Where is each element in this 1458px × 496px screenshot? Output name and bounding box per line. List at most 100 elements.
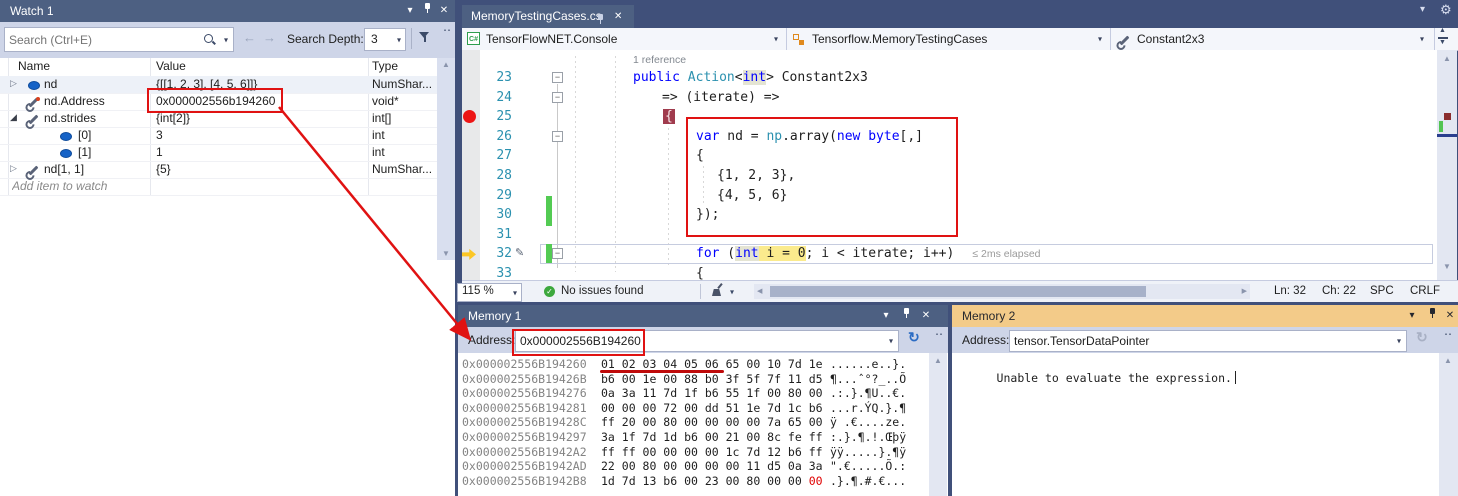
fold-collapse-icon[interactable]: − (552, 248, 563, 259)
memory1-scrollbar[interactable]: ▲ (929, 353, 947, 496)
memory1-close-icon[interactable]: ✕ (918, 305, 934, 327)
scroll-up-icon[interactable]: ▲ (437, 60, 455, 69)
search-forward-icon[interactable]: → (263, 30, 276, 45)
nav-method-chevron-icon[interactable]: ▾ (1420, 35, 1424, 44)
expander-collapsed-icon[interactable]: ▷ (10, 163, 17, 174)
fold-collapse-icon[interactable]: − (552, 72, 563, 83)
memory1-refresh-icon[interactable]: ↻ (908, 329, 920, 346)
search-depth-combo[interactable]: 3 ▾ (364, 28, 406, 51)
codelens-references[interactable]: 1 reference (633, 54, 686, 66)
code-line[interactable]: var nd = np.array(new byte[,] (696, 127, 923, 147)
column-header-name[interactable]: Name (18, 59, 50, 73)
column-header-type[interactable]: Type (372, 59, 398, 73)
line-number[interactable]: 30 (478, 205, 512, 225)
memory1-pin-icon[interactable] (898, 305, 914, 327)
memory1-address-chevron-icon[interactable]: ▾ (889, 337, 893, 346)
memory1-menu-chevron-icon[interactable]: ▾ (878, 305, 894, 327)
code-line[interactable]: { (696, 146, 704, 166)
health-check-icon[interactable]: ✓ (544, 286, 555, 297)
watch-row[interactable]: [1]1int (0, 144, 437, 162)
memory2-address-combo[interactable]: ▾ (1009, 330, 1407, 352)
memory1-address-input[interactable] (516, 331, 866, 351)
nav-method-combo[interactable]: Constant2x3 ▾ (1111, 28, 1432, 50)
code-line[interactable]: }); (696, 205, 719, 225)
memory1-overflow-icon[interactable]: ‥ (935, 324, 943, 338)
health-label[interactable]: No issues found (561, 281, 643, 302)
line-number[interactable]: 24 (478, 88, 512, 108)
perf-tip[interactable]: ≤ 2ms elapsed (972, 248, 1040, 260)
memory2-pin-icon[interactable] (1424, 305, 1440, 327)
memory2-address-input[interactable] (1010, 331, 1370, 351)
memory2-message-area[interactable]: Unable to evaluate the expression. (952, 353, 1439, 496)
memory2-address-chevron-icon[interactable]: ▾ (1397, 337, 1401, 346)
fold-collapse-icon[interactable]: − (552, 131, 563, 142)
line-number[interactable]: 23 (478, 68, 512, 88)
watch-row[interactable]: [0]3int (0, 127, 437, 145)
line-number[interactable]: 29 (478, 186, 512, 206)
expander-expanded-icon[interactable]: ◢ (10, 112, 17, 123)
memory2-scrollbar[interactable]: ▲ (1439, 353, 1458, 496)
format-broom-icon[interactable] (710, 284, 724, 300)
nav-project-combo[interactable]: C# TensorFlowNET.Console ▾ (462, 28, 787, 50)
search-back-icon[interactable]: ← (243, 30, 256, 45)
search-chevron-icon[interactable]: ▾ (224, 35, 228, 44)
zoom-chevron-icon[interactable]: ▾ (513, 288, 517, 297)
memory2-menu-chevron-icon[interactable]: ▾ (1404, 305, 1420, 327)
nav-project-chevron-icon[interactable]: ▾ (774, 35, 778, 44)
code-line[interactable]: { (663, 107, 675, 127)
fold-collapse-icon[interactable]: − (552, 92, 563, 103)
scroll-down-icon[interactable]: ▼ (1438, 262, 1456, 271)
watch-row[interactable]: ▷nd{[[1, 2, 3], [4, 5, 6]]}NumShar... (0, 76, 437, 94)
zoom-combo[interactable]: 115 % ▾ (457, 283, 522, 302)
scroll-up-icon[interactable]: ▲ (1438, 54, 1456, 63)
editor-vscrollbar[interactable]: ▲ ▼ (1437, 50, 1457, 280)
watch-filter-icon[interactable] (419, 31, 431, 46)
search-icon[interactable] (204, 34, 213, 43)
line-number[interactable]: 32 (478, 244, 512, 264)
watch-search-box[interactable]: ▾ (4, 27, 234, 52)
code-line[interactable]: => (iterate) => (662, 88, 779, 108)
watch-row[interactable]: nd.Address0x000002556b194260void* (0, 93, 437, 111)
scroll-left-icon[interactable]: ◀ (757, 287, 762, 295)
h-scrollbar[interactable]: ◀ ▶ (754, 284, 1250, 299)
document-tab[interactable]: MemoryTestingCases.cs ✕ (462, 5, 634, 28)
memory2-titlebar[interactable]: Memory 2 ▾ ✕ (952, 305, 1458, 327)
watch-row[interactable]: Add item to watch (0, 178, 437, 196)
editor-gear-icon[interactable]: ⚙ (1440, 2, 1452, 18)
line-number[interactable]: 28 (478, 166, 512, 186)
line-number[interactable]: 26 (478, 127, 512, 147)
split-editor-button[interactable]: ▲ ▼ (1434, 28, 1458, 50)
line-number[interactable]: 31 (478, 225, 512, 245)
line-number[interactable]: 25 (478, 107, 512, 127)
search-input[interactable] (5, 28, 195, 51)
nav-class-chevron-icon[interactable]: ▾ (1098, 35, 1102, 44)
expander-collapsed-icon[interactable]: ▷ (10, 78, 17, 89)
watch-close-icon[interactable]: ✕ (436, 0, 452, 22)
code-line[interactable]: public Action<int> Constant2x3 (633, 68, 868, 88)
scroll-up-icon[interactable]: ▲ (929, 356, 947, 365)
h-scroll-thumb[interactable] (770, 286, 1146, 297)
broom-chevron-icon[interactable]: ▾ (730, 287, 734, 296)
memory1-address-combo[interactable]: ▾ (515, 330, 899, 352)
watch-toolbar-overflow-icon[interactable]: ‥ (443, 20, 451, 34)
memory2-overflow-icon[interactable]: ‥ (1444, 324, 1452, 338)
scroll-right-icon[interactable]: ▶ (1242, 287, 1247, 295)
watch-row[interactable]: ▷nd[1, 1]{5}NumShar... (0, 161, 437, 179)
scroll-down-icon[interactable]: ▼ (437, 249, 455, 258)
watch-menu-chevron-icon[interactable]: ▾ (402, 0, 418, 22)
tab-close-icon[interactable]: ✕ (614, 5, 622, 28)
line-number[interactable]: 27 (478, 146, 512, 166)
code-line[interactable]: for (int i = 0; i < iterate; i++)≤ 2ms e… (696, 244, 1041, 265)
nav-class-combo[interactable]: Tensorflow.MemoryTestingCases ▾ (787, 28, 1111, 50)
watch-row[interactable]: ◢nd.strides{int[2]}int[] (0, 110, 437, 128)
code-line[interactable]: {1, 2, 3}, (717, 166, 795, 186)
memory1-hex-view[interactable]: 0x000002556B19426001 02 03 04 05 06 65 0… (458, 353, 929, 496)
code-line[interactable]: {4, 5, 6} (717, 186, 787, 206)
column-header-value[interactable]: Value (156, 59, 186, 73)
scroll-up-icon[interactable]: ▲ (1439, 356, 1457, 365)
watch-scrollbar[interactable]: ▲ ▼ (437, 58, 455, 260)
memory2-refresh-icon[interactable]: ↻ (1416, 329, 1428, 346)
watch-titlebar[interactable]: Watch 1 ▾ ✕ (0, 0, 455, 22)
search-depth-chevron-icon[interactable]: ▾ (397, 35, 401, 44)
watch-pin-icon[interactable] (419, 0, 435, 22)
